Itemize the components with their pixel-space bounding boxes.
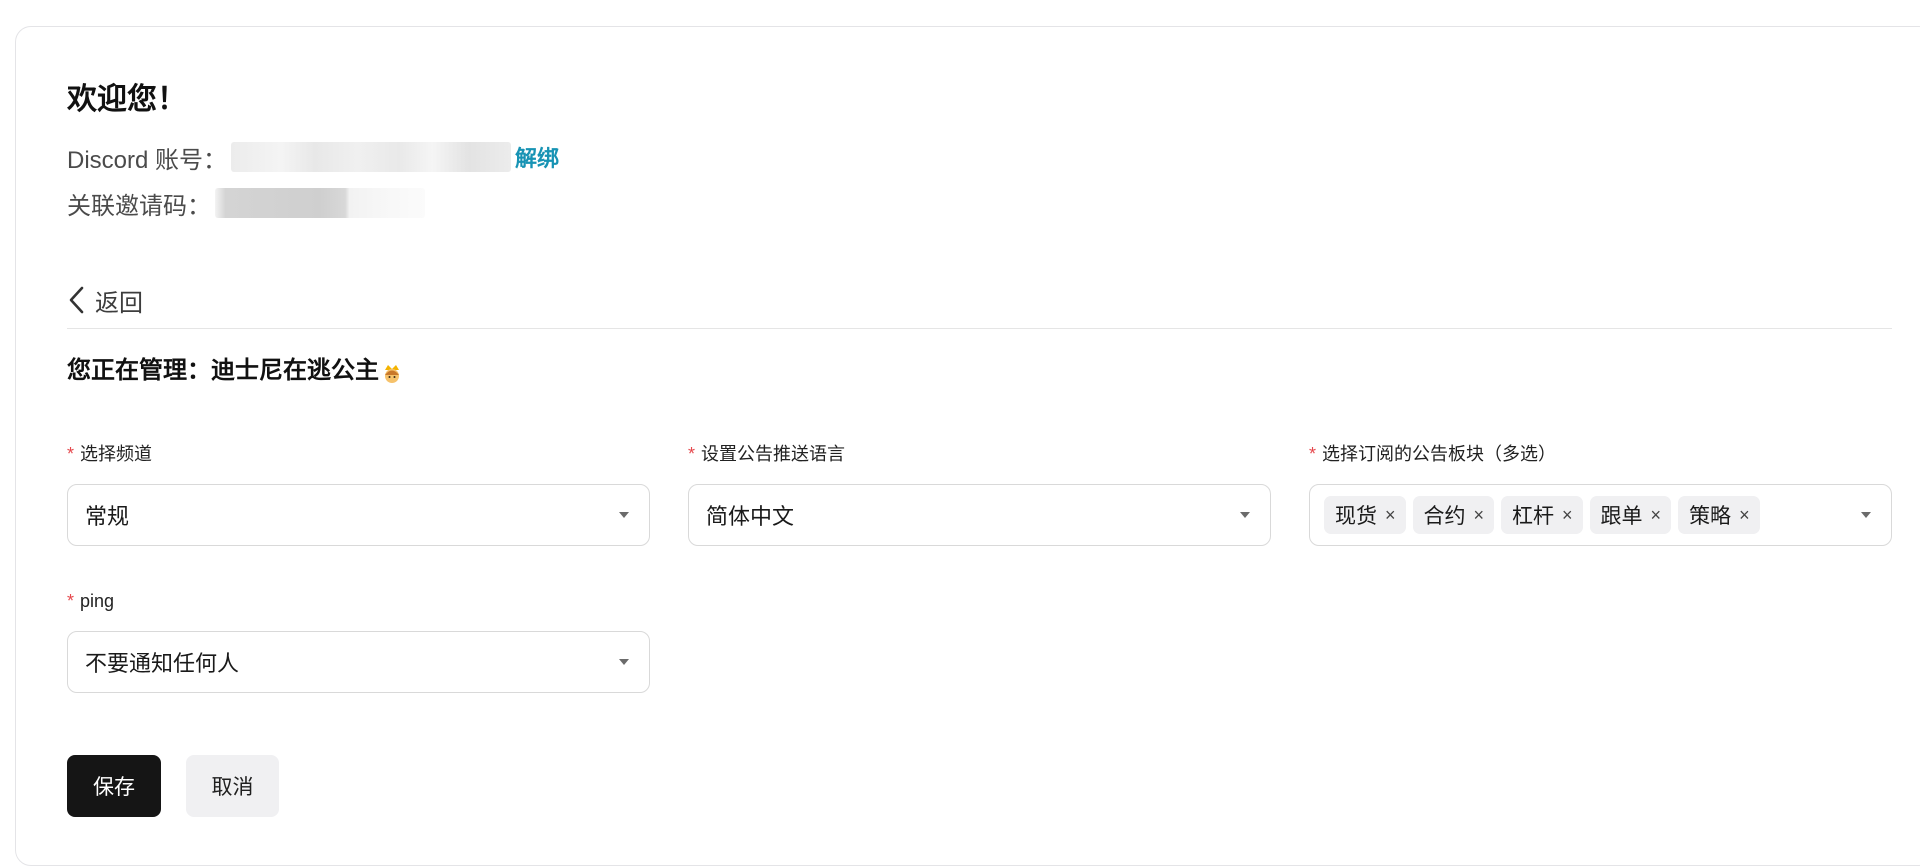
discord-account-row: Discord 账号： 解绑 (67, 140, 559, 174)
channel-label-text: 选择频道 (80, 444, 153, 464)
manage-title: 您正在管理：迪士尼在逃公主 (67, 354, 403, 388)
channel-field-label: * 选择频道 (67, 442, 152, 466)
sections-field-label: * 选择订阅的公告板块（多选） (1309, 442, 1556, 466)
language-label-text: 设置公告推送语言 (701, 444, 846, 464)
language-field-label: * 设置公告推送语言 (688, 442, 845, 466)
back-label: 返回 (95, 289, 143, 317)
selected-tags: 现货 × 合约 × 杠杆 × 跟单 × 策略 × (1324, 496, 1760, 534)
sections-multiselect[interactable]: 现货 × 合约 × 杠杆 × 跟单 × 策略 × (1309, 484, 1892, 546)
caret-down-icon (619, 512, 629, 518)
princess-emoji-icon (381, 360, 403, 383)
divider (67, 328, 1892, 329)
required-mark: * (67, 444, 75, 464)
tag-label: 跟单 (1600, 505, 1643, 528)
required-mark: * (1309, 444, 1317, 464)
ping-field-label: * ping (67, 589, 114, 613)
language-select-value: 简体中文 (706, 504, 795, 529)
invite-code-label: 关联邀请码： (67, 192, 211, 220)
close-icon[interactable]: × (1562, 506, 1573, 524)
invite-code-row: 关联邀请码： (67, 186, 425, 220)
ping-select-value: 不要通知任何人 (85, 651, 240, 676)
tag-spot: 现货 × (1324, 496, 1406, 534)
discord-account-redacted (231, 142, 512, 172)
unbind-link[interactable]: 解绑 (515, 141, 559, 173)
close-icon[interactable]: × (1385, 506, 1396, 524)
caret-down-icon (619, 659, 629, 665)
close-icon[interactable]: × (1474, 506, 1485, 524)
tag-label: 合约 (1423, 505, 1466, 528)
welcome-title: 欢迎您！ (67, 83, 187, 116)
required-mark: * (67, 591, 75, 611)
ping-select[interactable]: 不要通知任何人 (67, 631, 650, 693)
language-select[interactable]: 简体中文 (688, 484, 1271, 546)
tag-label: 现货 (1335, 505, 1377, 528)
manage-title-text: 您正在管理：迪士尼在逃公主 (67, 357, 379, 384)
tag-label: 杠杆 (1512, 505, 1555, 528)
tag-strategy: 策略 × (1678, 496, 1760, 534)
required-mark: * (688, 444, 696, 464)
invite-code-redacted (215, 188, 425, 218)
discord-account-label: Discord 账号： (67, 146, 228, 174)
tag-margin: 杠杆 × (1501, 496, 1583, 534)
close-icon[interactable]: × (1651, 506, 1662, 524)
tag-futures: 合约 × (1412, 496, 1495, 534)
sections-label-text: 选择订阅的公告板块（多选） (1322, 444, 1557, 464)
close-icon[interactable]: × (1739, 506, 1750, 524)
caret-down-icon (1240, 512, 1250, 518)
channel-select[interactable]: 常规 (67, 484, 650, 546)
tag-label: 策略 (1689, 505, 1732, 528)
caret-down-icon (1861, 512, 1871, 518)
tag-copy-trading: 跟单 × (1589, 496, 1672, 534)
ping-label-text: ping (80, 591, 115, 611)
chevron-left-icon (67, 285, 87, 315)
back-button[interactable]: 返回 (67, 280, 143, 320)
channel-select-value: 常规 (85, 504, 130, 529)
cancel-button[interactable]: 取消 (186, 755, 279, 817)
save-button[interactable]: 保存 (67, 755, 161, 817)
